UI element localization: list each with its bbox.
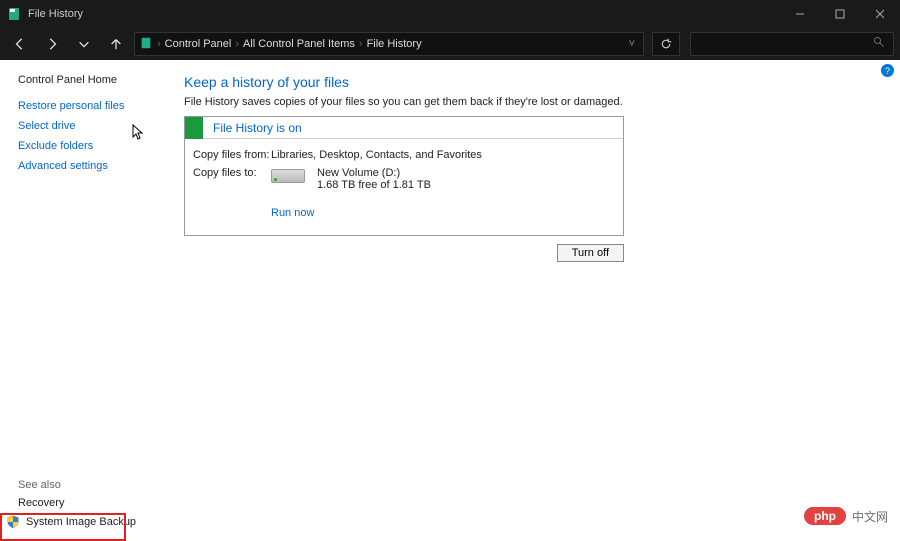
- maximize-button[interactable]: [820, 0, 860, 28]
- recovery-link[interactable]: Recovery: [18, 497, 882, 509]
- watermark: php 中文网: [804, 507, 888, 525]
- sidebar-link-restore[interactable]: Restore personal files: [18, 100, 154, 112]
- sidebar-link-exclude[interactable]: Exclude folders: [18, 140, 154, 152]
- sidebar: Control Panel Home Restore personal file…: [0, 60, 160, 479]
- bottom-links: See also Recovery System Image Backup: [0, 479, 900, 539]
- breadcrumb-item[interactable]: File History: [363, 38, 426, 50]
- address-bar[interactable]: › Control Panel › All Control Panel Item…: [134, 32, 644, 56]
- status-on-icon: [185, 117, 203, 139]
- system-image-backup-label: System Image Backup: [26, 516, 136, 528]
- address-dropdown[interactable]: ˅: [621, 38, 643, 50]
- app-icon: [6, 6, 22, 22]
- sidebar-link-select-drive[interactable]: Select drive: [18, 120, 154, 132]
- titlebar: File History: [0, 0, 900, 28]
- copy-to-label: Copy files to:: [193, 167, 271, 191]
- breadcrumb-item[interactable]: All Control Panel Items: [239, 38, 359, 50]
- sidebar-link-advanced[interactable]: Advanced settings: [18, 160, 154, 172]
- system-image-backup-link[interactable]: System Image Backup: [6, 515, 882, 529]
- forward-button[interactable]: [38, 30, 66, 58]
- watermark-text: 中文网: [852, 508, 888, 525]
- back-button[interactable]: [6, 30, 34, 58]
- drive-free-space: 1.68 TB free of 1.81 TB: [317, 179, 431, 191]
- see-also-label: See also: [18, 479, 882, 491]
- search-icon: [865, 35, 893, 53]
- window-title: File History: [28, 8, 83, 20]
- search-input[interactable]: [690, 32, 894, 56]
- address-icon: [139, 36, 153, 53]
- copy-from-value: Libraries, Desktop, Contacts, and Favori…: [271, 149, 482, 161]
- content-area: ? Control Panel Home Restore personal fi…: [0, 60, 900, 479]
- refresh-button[interactable]: [652, 32, 680, 56]
- control-panel-home-link[interactable]: Control Panel Home: [18, 74, 154, 86]
- status-bar: File History is on: [185, 117, 623, 139]
- navbar: › Control Panel › All Control Panel Item…: [0, 28, 900, 60]
- shield-icon: [6, 515, 20, 529]
- turn-off-button[interactable]: Turn off: [557, 244, 624, 262]
- recent-dropdown[interactable]: [70, 30, 98, 58]
- drive-name: New Volume (D:): [317, 167, 431, 179]
- breadcrumb-item[interactable]: Control Panel: [161, 38, 236, 50]
- copy-from-label: Copy files from:: [193, 149, 271, 161]
- up-button[interactable]: [102, 30, 130, 58]
- run-now-link[interactable]: Run now: [271, 207, 314, 219]
- minimize-button[interactable]: [780, 0, 820, 28]
- close-button[interactable]: [860, 0, 900, 28]
- page-heading: Keep a history of your files: [184, 74, 876, 90]
- status-text: File History is on: [213, 121, 302, 135]
- page-description: File History saves copies of your files …: [184, 96, 876, 108]
- status-box: File History is on Copy files from: Libr…: [184, 116, 624, 236]
- help-icon[interactable]: ?: [881, 64, 894, 77]
- watermark-pill: php: [804, 507, 846, 525]
- drive-icon: [271, 169, 305, 183]
- main-panel: Keep a history of your files File Histor…: [160, 60, 900, 479]
